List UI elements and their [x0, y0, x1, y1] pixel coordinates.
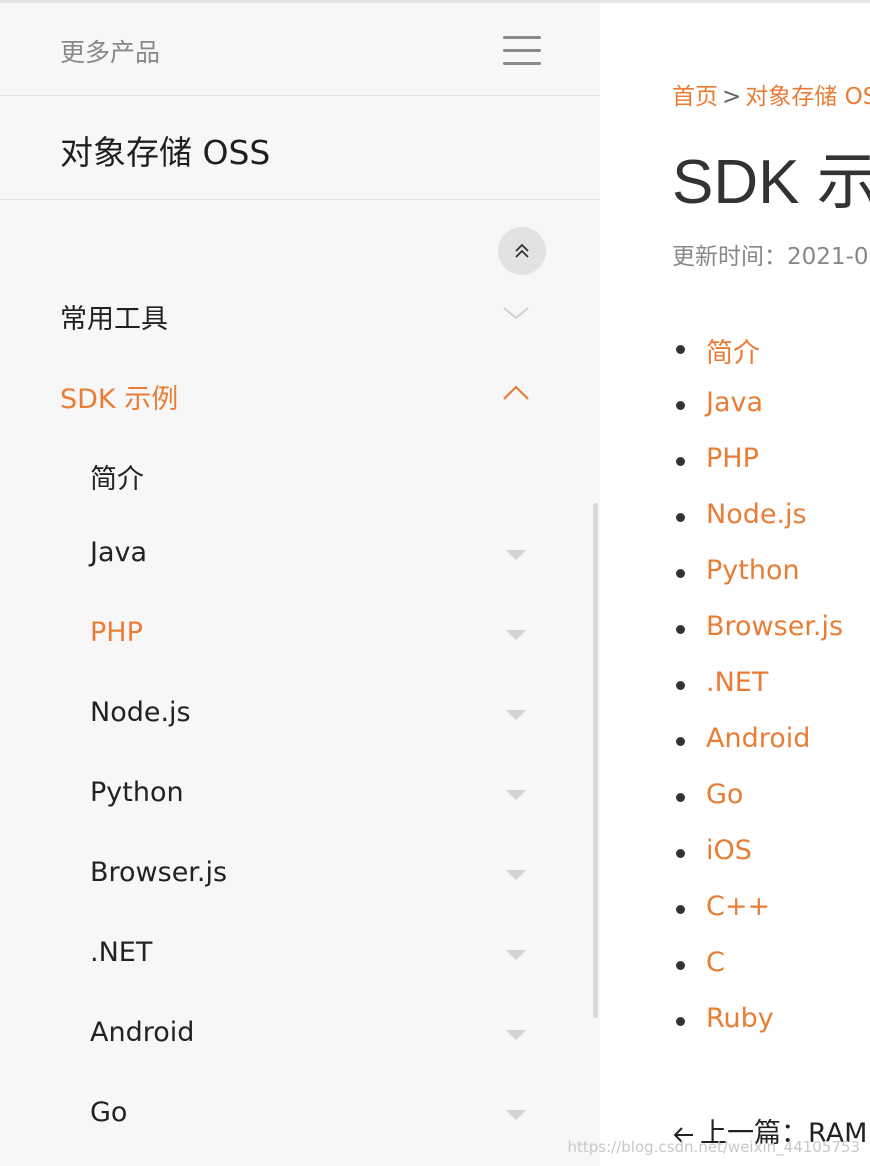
bullet-icon: [676, 905, 685, 914]
sidebar-item-label: .NET: [90, 937, 153, 968]
toc-link[interactable]: Browser.js: [706, 611, 843, 642]
breadcrumb-home[interactable]: 首页: [672, 84, 718, 110]
list-item: Android: [676, 723, 870, 763]
caret-down-icon[interactable]: [506, 550, 526, 560]
updated-time: 更新时间：2021-0: [672, 244, 869, 270]
list-item: Browser.js: [676, 611, 870, 651]
more-products-label[interactable]: 更多产品: [60, 33, 160, 69]
bullet-icon: [676, 513, 685, 522]
list-item: 简介: [676, 331, 870, 371]
collapse-all-button[interactable]: [498, 227, 546, 275]
toc-link[interactable]: PHP: [706, 443, 759, 474]
sidebar-item-nodejs[interactable]: Node.js: [0, 685, 600, 745]
more-products-bar: 更多产品: [0, 3, 600, 96]
page-title: SDK 示例: [672, 148, 870, 217]
bullet-icon: [676, 401, 685, 410]
watermark: https://blog.csdn.net/weixin_44105753: [567, 1138, 860, 1156]
sidebar-section-tools[interactable]: 常用工具: [0, 285, 600, 345]
bullet-icon: [676, 961, 685, 970]
breadcrumb-separator: >: [722, 84, 742, 110]
toc-link[interactable]: Ruby: [706, 1003, 774, 1034]
list-item: Go: [676, 779, 870, 819]
bullet-icon: [676, 849, 685, 858]
list-item: Python: [676, 555, 870, 595]
list-item: C: [676, 947, 870, 987]
bullet-icon: [676, 793, 685, 802]
caret-down-icon[interactable]: [506, 630, 526, 640]
sidebar-section-label: 常用工具: [60, 304, 168, 335]
sidebar-item-label: Node.js: [90, 697, 191, 728]
toc-link[interactable]: Node.js: [706, 499, 807, 530]
bullet-icon: [676, 681, 685, 690]
list-item: .NET: [676, 667, 870, 707]
bullet-icon: [676, 1017, 685, 1026]
caret-down-icon[interactable]: [506, 710, 526, 720]
toc-link[interactable]: C: [706, 947, 725, 978]
bullet-icon: [676, 345, 685, 354]
toc-link[interactable]: Go: [706, 779, 743, 810]
chevron-down-icon: [503, 307, 529, 320]
caret-down-icon[interactable]: [506, 870, 526, 880]
sidebar-item-label: Browser.js: [90, 857, 228, 888]
toc-link[interactable]: iOS: [706, 835, 752, 866]
sidebar-item-label: 简介: [90, 464, 144, 495]
sidebar-item-label: PHP: [90, 617, 143, 648]
sidebar-item-label: Go: [90, 1097, 128, 1128]
list-item: PHP: [676, 443, 870, 483]
bullet-icon: [676, 569, 685, 578]
breadcrumb: 首页>对象存储 OSS: [672, 77, 870, 111]
toc-link[interactable]: Java: [706, 387, 763, 418]
list-item: Java: [676, 387, 870, 427]
product-header: 对象存储 OSS: [0, 96, 600, 200]
double-chevron-up-icon: [515, 243, 529, 258]
sidebar-item-go[interactable]: Go: [0, 1085, 600, 1145]
sidebar-item-label: Python: [90, 777, 184, 808]
toc-link[interactable]: Python: [706, 555, 800, 586]
breadcrumb-product[interactable]: 对象存储 OSS: [745, 84, 870, 110]
sidebar-item-java[interactable]: Java: [0, 525, 600, 585]
toc-link[interactable]: 简介: [706, 331, 760, 370]
hamburger-menu-icon[interactable]: [503, 33, 541, 67]
caret-down-icon[interactable]: [506, 950, 526, 960]
sidebar-scrollbar[interactable]: [593, 503, 598, 1018]
bullet-icon: [676, 457, 685, 466]
sidebar-item-python[interactable]: Python: [0, 765, 600, 825]
sidebar: 更多产品 对象存储 OSS 常用工具 SDK 示例 简介 Java PHP No…: [0, 3, 600, 1166]
sidebar-item-dotnet[interactable]: .NET: [0, 925, 600, 985]
sidebar-item-label: Android: [90, 1017, 195, 1048]
sidebar-item-label: Java: [90, 537, 148, 568]
bullet-icon: [676, 737, 685, 746]
product-title: 对象存储 OSS: [60, 133, 271, 172]
sidebar-item-android[interactable]: Android: [0, 1005, 600, 1065]
toc-link[interactable]: C++: [706, 891, 770, 922]
sidebar-item-browserjs[interactable]: Browser.js: [0, 845, 600, 905]
list-item: Node.js: [676, 499, 870, 539]
chevron-up-icon: [503, 385, 529, 400]
main-content: 首页>对象存储 OSS SDK 示例 更新时间：2021-0 简介 Java P…: [600, 3, 870, 1166]
list-item: C++: [676, 891, 870, 931]
toc-link[interactable]: Android: [706, 723, 810, 754]
caret-down-icon[interactable]: [506, 790, 526, 800]
list-item: iOS: [676, 835, 870, 875]
sidebar-item-php[interactable]: PHP: [0, 605, 600, 665]
toc-link[interactable]: .NET: [706, 667, 768, 698]
sidebar-section-sdk-examples[interactable]: SDK 示例: [0, 365, 600, 425]
caret-down-icon[interactable]: [506, 1030, 526, 1040]
list-item: Ruby: [676, 1003, 870, 1043]
caret-down-icon[interactable]: [506, 1110, 526, 1120]
sidebar-item-intro[interactable]: 简介: [0, 445, 600, 505]
sidebar-section-label: SDK 示例: [60, 384, 179, 415]
bullet-icon: [676, 625, 685, 634]
